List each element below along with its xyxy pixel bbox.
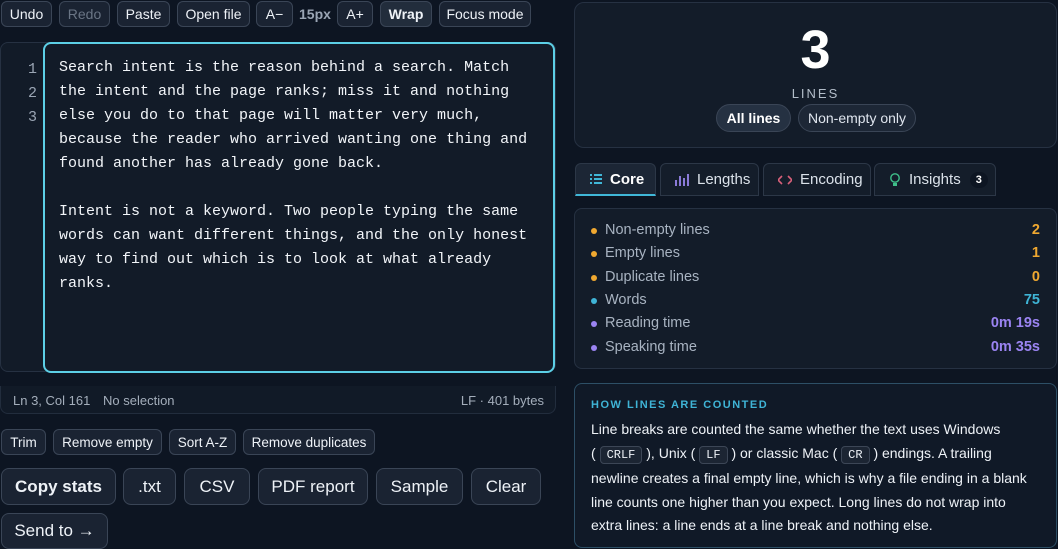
tab-insights-label: Insights <box>909 171 961 188</box>
bar-chart-icon <box>675 173 689 186</box>
stat-value: 0 <box>1031 268 1040 285</box>
stat-value: 0m 35s <box>990 338 1040 355</box>
line-count-label: LINES <box>791 86 840 101</box>
font-size-label: 15px <box>299 6 331 22</box>
wrap-toggle[interactable]: Wrap <box>380 1 432 27</box>
tab-insights[interactable]: Insights 3 <box>874 163 996 196</box>
stat-row: Non-empty lines 2 <box>591 221 1040 241</box>
line-number: 2 <box>27 85 37 102</box>
bullet-dot-icon <box>591 321 597 328</box>
selection-status: No selection <box>103 393 175 408</box>
tab-lengths-label: Lengths <box>697 171 751 188</box>
bullet-dot-icon <box>591 228 597 234</box>
line-number: 1 <box>27 61 37 78</box>
cr-code: CR <box>841 445 870 464</box>
sort-button[interactable]: Sort A-Z <box>169 429 236 455</box>
info-body: Line breaks are counted the same whether… <box>591 421 1027 533</box>
stat-value: 0m 19s <box>990 315 1040 332</box>
trim-button[interactable]: Trim <box>1 429 46 455</box>
stat-label: Speaking time <box>605 338 697 355</box>
stat-label: Reading time <box>605 315 691 332</box>
bullet-dot-icon <box>591 344 597 351</box>
info-text: Line breaks are counted the same whether… <box>591 421 1001 437</box>
stat-value: 75 <box>1023 291 1040 308</box>
stat-row: Words 75 <box>591 291 1040 311</box>
tab-encoding-label: Encoding <box>800 171 863 188</box>
line-count-card: 3 LINES All lines Non-empty only <box>574 2 1057 148</box>
bullet-dot-icon <box>591 274 597 281</box>
line-number: 3 <box>27 109 37 126</box>
stat-label: Duplicate lines <box>605 268 700 285</box>
export-csv-button[interactable]: CSV <box>184 468 250 505</box>
stat-value: 1 <box>1031 245 1040 262</box>
sample-button[interactable]: Sample <box>376 468 463 505</box>
code-icon <box>778 174 792 185</box>
lf-code: LF <box>699 445 728 464</box>
info-text: ), Unix ( <box>646 444 696 461</box>
cursor-position: Ln 3, Col 161 <box>13 393 91 408</box>
stat-row: Duplicate lines 0 <box>591 268 1040 288</box>
crlf-code: CRLF <box>599 445 643 464</box>
encoding-info: LF · 401 bytes <box>460 393 544 408</box>
undo-button[interactable]: Undo <box>1 1 52 27</box>
tab-encoding[interactable]: Encoding <box>763 163 871 196</box>
paste-button[interactable]: Paste <box>117 1 170 27</box>
stat-label: Words <box>605 291 647 308</box>
stat-row: Reading time 0m 19s <box>591 314 1040 334</box>
lightbulb-icon <box>890 172 900 186</box>
line-count-value: 3 <box>800 20 831 80</box>
tab-core[interactable]: Core <box>575 163 656 196</box>
bullet-dot-icon <box>591 297 597 304</box>
remove-duplicates-button[interactable]: Remove duplicates <box>243 429 375 455</box>
stat-row: Speaking time 0m 35s <box>591 338 1040 358</box>
send-to-button[interactable]: Send to → <box>1 513 108 549</box>
insights-count-badge: 3 <box>969 171 988 188</box>
stat-label: Non-empty lines <box>605 222 710 238</box>
info-text: ) or classic Mac ( <box>731 444 838 461</box>
font-decrease-button[interactable]: A− <box>256 1 293 27</box>
remove-empty-button[interactable]: Remove empty <box>53 429 162 455</box>
stat-label: Empty lines <box>605 245 680 262</box>
line-number-gutter: 1 2 3 <box>15 58 37 130</box>
core-stats-panel: Non-empty lines 2 Empty lines 1 Duplicate li… <box>574 208 1057 369</box>
redo-button[interactable]: Redo <box>59 1 110 27</box>
clear-button[interactable]: Clear <box>471 468 541 505</box>
stat-value: 2 <box>1031 222 1040 238</box>
focus-mode-button[interactable]: Focus mode <box>439 1 531 27</box>
bullet-dot-icon <box>591 251 597 258</box>
tab-lengths[interactable]: Lengths <box>660 163 759 196</box>
list-icon <box>590 174 602 184</box>
all-lines-toggle[interactable]: All lines <box>716 104 791 132</box>
copy-stats-button[interactable]: Copy stats <box>1 468 116 505</box>
non-empty-only-toggle[interactable]: Non-empty only <box>798 104 916 132</box>
text-input[interactable]: Search intent is the reason behind a sea… <box>43 42 555 373</box>
pdf-report-button[interactable]: PDF report <box>258 468 368 505</box>
line-counting-info: HOW LINES ARE COUNTED Line breaks are co… <box>574 383 1057 548</box>
export-txt-button[interactable]: .txt <box>123 468 176 505</box>
font-increase-button[interactable]: A+ <box>337 1 373 27</box>
open-file-button[interactable]: Open file <box>177 1 250 27</box>
info-title: HOW LINES ARE COUNTED <box>591 399 769 411</box>
status-bar: Ln 3, Col 161 No selection LF · 401 byte… <box>0 386 556 414</box>
stat-row: Empty lines 1 <box>591 244 1040 264</box>
tab-core-label: Core <box>610 170 645 188</box>
